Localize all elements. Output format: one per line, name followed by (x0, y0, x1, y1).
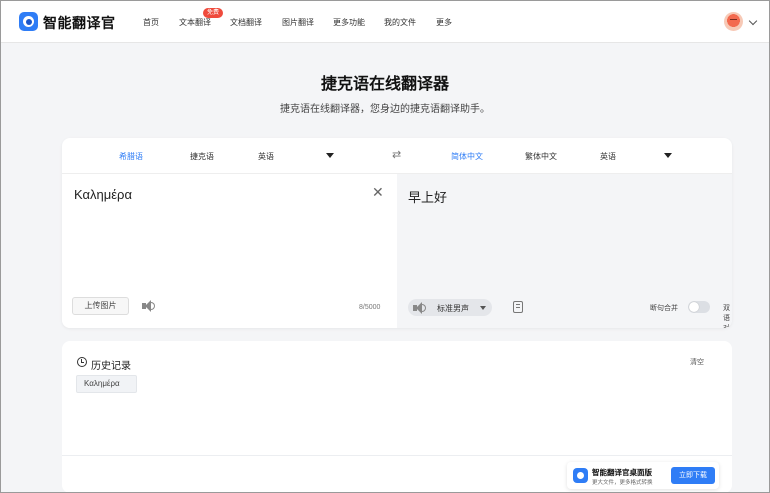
nav-item-doc-translate[interactable]: 文档翻译 (230, 17, 262, 28)
source-lang-greek[interactable]: 希腊语 (119, 151, 143, 162)
target-lang-english[interactable]: 英语 (600, 151, 616, 162)
source-lang-dropdown-icon[interactable] (326, 153, 334, 158)
upload-image-button[interactable]: 上传图片 (72, 297, 129, 315)
source-lang-czech[interactable]: 捷克语 (190, 151, 214, 162)
translation-output: 早上好 (408, 190, 448, 205)
voice-label: 标准男声 (437, 304, 469, 313)
source-lang-english[interactable]: 英语 (258, 151, 274, 162)
swap-languages-icon[interactable]: ⇄ (392, 149, 404, 161)
language-bar: 希腊语 捷克语 英语 ⇄ 简体中文 繁体中文 英语 (62, 138, 732, 174)
nav-item-image-translate[interactable]: 图片翻译 (282, 17, 314, 28)
voice-select[interactable]: 标准男声 (408, 299, 492, 316)
promo-title: 智能翻译官桌面版 (592, 468, 652, 477)
target-lang-simplified-chinese[interactable]: 简体中文 (451, 151, 483, 162)
page-subtitle: 捷克语在线翻译器，您身边的捷克语翻译助手。 (280, 104, 490, 115)
desktop-app-logo-icon (573, 468, 588, 483)
nav-item-more-features[interactable]: 更多功能 (333, 17, 365, 28)
page-title: 捷克语在线翻译器 (320, 76, 449, 93)
sentence-merge-toggle[interactable] (688, 301, 710, 313)
target-lang-traditional-chinese[interactable]: 繁体中文 (525, 151, 557, 162)
chevron-down-icon[interactable] (748, 16, 758, 26)
bilingual-label: 双语对照 (723, 305, 730, 328)
promo-subtitle: 更大文件，更多格式转换 (592, 480, 653, 486)
nav-item-more[interactable]: 更多 (436, 17, 452, 28)
user-avatar[interactable] (724, 12, 743, 31)
translator-card: 希腊语 捷克语 英语 ⇄ 简体中文 繁体中文 英语 Καλημέρα ✕ 上传图… (62, 138, 732, 328)
download-button[interactable]: 立即下载 (671, 467, 715, 484)
history-title: 历史记录 (91, 361, 131, 372)
source-speaker-icon[interactable] (142, 300, 155, 312)
app-logo-icon[interactable] (19, 12, 38, 31)
history-icon (77, 357, 87, 367)
desktop-download-promo: 智能翻译官桌面版 更大文件，更多格式转换 立即下载 (567, 462, 719, 489)
source-text-input[interactable]: Καλημέρα (74, 187, 132, 202)
divider (62, 455, 732, 456)
history-item[interactable]: Καλημέρα (76, 375, 137, 393)
source-pane[interactable]: Καλημέρα ✕ 上传图片 8/5000 (62, 174, 397, 328)
clear-history-button[interactable]: 清空 (690, 357, 704, 367)
nav-item-text-translate[interactable]: 文本翻译 (179, 17, 211, 28)
target-pane: 早上好 标准男声 断句合并 双语对照 (397, 174, 732, 328)
clear-icon[interactable]: ✕ (372, 185, 384, 199)
free-badge: 免费 (203, 8, 224, 18)
sentence-merge-label: 断句合并 (650, 305, 678, 312)
brand-name[interactable]: 智能翻译官 (43, 13, 116, 33)
target-speaker-icon[interactable] (413, 302, 426, 314)
target-lang-dropdown-icon[interactable] (664, 153, 672, 158)
top-nav-bar: 智能翻译官 首页 文本翻译 免费 文档翻译 图片翻译 更多功能 我的文件 更多 (0, 0, 770, 43)
copy-icon[interactable] (513, 301, 523, 313)
nav-item-home[interactable]: 首页 (143, 17, 159, 28)
char-count: 8/5000 (359, 304, 381, 311)
voice-dropdown-icon[interactable] (480, 306, 486, 310)
nav-item-my-files[interactable]: 我的文件 (384, 17, 416, 28)
